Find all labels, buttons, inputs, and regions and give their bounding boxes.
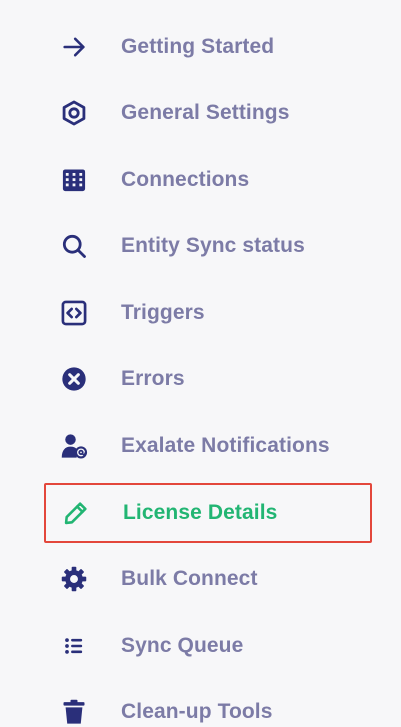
sidebar-item-label: Sync Queue [121, 634, 244, 657]
building-icon [58, 164, 90, 196]
hexagon-settings-icon [58, 97, 90, 129]
sidebar-item-exalate-notifications[interactable]: Exalate Notifications [44, 416, 372, 476]
arrow-right-icon [58, 31, 90, 63]
sidebar-item-label: Getting Started [121, 35, 275, 58]
sidebar-item-getting-started[interactable]: Getting Started [44, 17, 372, 77]
sidebar-item-bulk-connect[interactable]: Bulk Connect [44, 549, 372, 609]
user-at-icon [58, 430, 90, 462]
sidebar-item-connections[interactable]: Connections [44, 150, 372, 210]
sidebar-item-license-details[interactable]: License Details [44, 483, 372, 543]
pencil-icon [60, 497, 92, 529]
gear-icon [58, 563, 90, 595]
sidebar-item-label: Exalate Notifications [121, 434, 330, 457]
sidebar-item-label: License Details [123, 501, 278, 524]
sidebar-item-label: Triggers [121, 301, 205, 324]
list-icon [58, 630, 90, 662]
trash-icon [58, 696, 90, 727]
sidebar-item-label: Connections [121, 168, 250, 191]
sidebar-item-entity-sync-status[interactable]: Entity Sync status [44, 216, 372, 276]
sidebar-item-errors[interactable]: Errors [44, 349, 372, 409]
sidebar-item-label: General Settings [121, 101, 290, 124]
sidebar-item-triggers[interactable]: Triggers [44, 283, 372, 343]
search-icon [58, 230, 90, 262]
code-icon [58, 297, 90, 329]
sidebar-item-sync-queue[interactable]: Sync Queue [44, 616, 372, 676]
sidebar-item-label: Entity Sync status [121, 234, 305, 257]
sidebar-item-label: Clean-up Tools [121, 700, 273, 723]
error-circle-icon [58, 363, 90, 395]
sidebar-item-clean-up-tools[interactable]: Clean-up Tools [44, 682, 372, 727]
sidebar-item-general-settings[interactable]: General Settings [44, 83, 372, 143]
sidebar-nav: Getting Started General Settings Connect… [0, 0, 401, 727]
sidebar-item-label: Bulk Connect [121, 567, 258, 590]
sidebar-item-label: Errors [121, 367, 185, 390]
